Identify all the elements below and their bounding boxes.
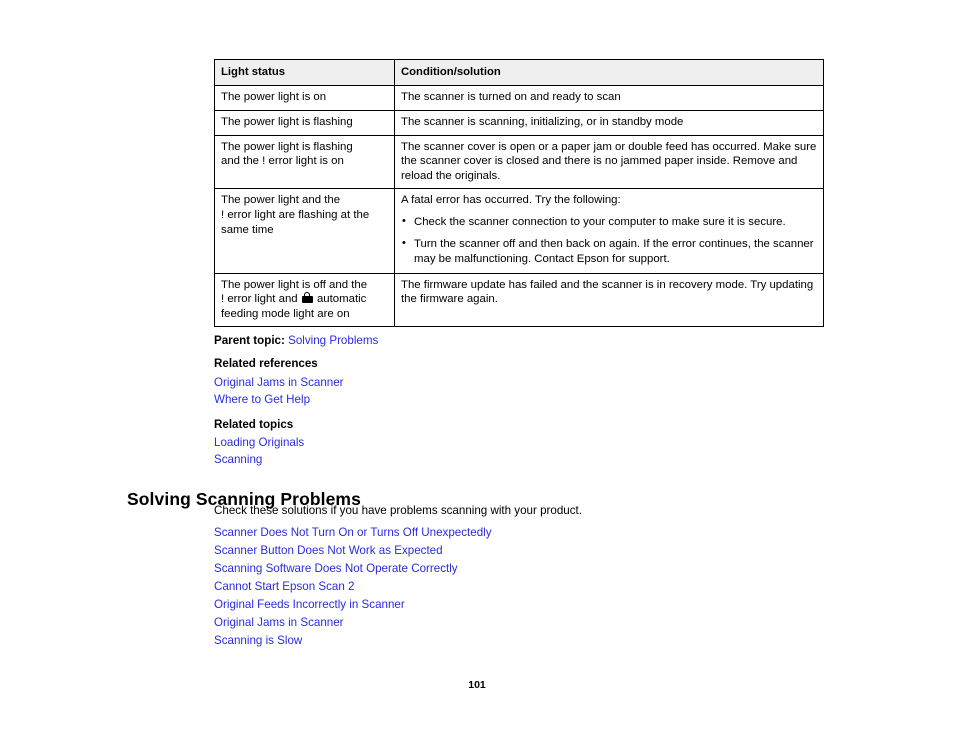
cell-condition-solution: A fatal error has occurred. Try the foll… (394, 188, 824, 274)
condition-text: The scanner cover is open or a paper jam… (401, 140, 817, 182)
light-status-line: same time (221, 223, 274, 236)
related-references-group: Related references Original Jams in Scan… (214, 356, 854, 408)
cell-light-status: The power light is off and the ! error l… (214, 272, 395, 328)
cell-condition-solution: The scanner is scanning, initializing, o… (394, 110, 824, 136)
bullet-item: Check the scanner connection to your com… (401, 214, 817, 230)
light-status-line: The power light is flashing (221, 116, 353, 129)
related-topics-heading: Related topics (214, 417, 294, 431)
light-status-text-after-icon: automatic (313, 293, 367, 306)
table-row: The power light is flashing The scanner … (214, 110, 824, 136)
document-page: Light status Condition/solution The powe… (0, 0, 954, 738)
status-light-table-container: Light status Condition/solution The powe… (214, 58, 824, 328)
light-status-line: ! error light are flashing at the (221, 209, 370, 222)
light-status-line: ! error light and automatic (221, 292, 388, 307)
condition-text: The scanner is turned on and ready to sc… (401, 91, 621, 104)
column-header-light-status: Light status (214, 58, 395, 87)
status-light-table: Light status Condition/solution The powe… (214, 58, 824, 328)
section-intro-text: Check these solutions if you have proble… (214, 504, 582, 517)
light-status-text-before-icon: ! error light and (221, 293, 301, 306)
section-link[interactable]: Scanning Software Does Not Operate Corre… (214, 560, 854, 578)
parent-topic-link[interactable]: Solving Problems (288, 334, 378, 347)
page-number: 101 (468, 679, 486, 691)
condition-text: The firmware update has failed and the s… (401, 278, 814, 306)
section-link[interactable]: Scanner Button Does Not Work as Expected (214, 542, 854, 560)
automatic-feeding-mode-icon (301, 292, 313, 304)
bullet-item: Turn the scanner off and then back on ag… (401, 236, 817, 267)
parent-topic-label: Parent topic: (214, 334, 285, 347)
topic-links-block: Parent topic: Solving Problems Related r… (214, 334, 854, 469)
section-link[interactable]: Cannot Start Epson Scan 2 (214, 578, 854, 596)
related-topics-group: Related topics Loading Originals Scannin… (214, 417, 854, 469)
cell-condition-solution: The scanner is turned on and ready to sc… (394, 85, 824, 112)
table-row: The power light and the ! error light ar… (214, 188, 824, 274)
light-status-line: The power light is flashing (221, 140, 353, 153)
related-topic-link[interactable]: Loading Originals (214, 434, 854, 452)
cell-condition-solution: The scanner cover is open or a paper jam… (394, 134, 824, 190)
section-link[interactable]: Original Jams in Scanner (214, 614, 854, 632)
section-link[interactable]: Scanner Does Not Turn On or Turns Off Un… (214, 524, 854, 542)
parent-topic: Parent topic: Solving Problems (214, 334, 854, 348)
column-header-condition-solution: Condition/solution (394, 58, 824, 87)
condition-text: The scanner is scanning, initializing, o… (401, 116, 684, 129)
section-link[interactable]: Original Feeds Incorrectly in Scanner (214, 596, 854, 614)
light-status-line: The power light is off and the (221, 278, 368, 291)
section-link[interactable]: Scanning is Slow (214, 632, 854, 650)
cell-light-status: The power light is on (214, 85, 395, 112)
table-row: The power light is on The scanner is tur… (214, 85, 824, 112)
cell-light-status: The power light is flashing and the ! er… (214, 134, 395, 190)
table-row: The power light is off and the ! error l… (214, 272, 824, 328)
section-link-list: Scanner Does Not Turn On or Turns Off Un… (214, 524, 854, 650)
table-header-row: Light status Condition/solution (214, 58, 824, 87)
light-status-line: and the ! error light is on (221, 155, 344, 168)
cell-light-status: The power light is flashing (214, 110, 395, 136)
condition-text: A fatal error has occurred. Try the foll… (401, 194, 621, 207)
related-topic-link[interactable]: Scanning (214, 451, 854, 469)
related-reference-link[interactable]: Original Jams in Scanner (214, 374, 854, 392)
light-status-line: The power light is on (221, 91, 327, 104)
light-status-line: The power light and the (221, 194, 341, 207)
condition-bullet-list: Check the scanner connection to your com… (401, 214, 817, 267)
related-reference-link[interactable]: Where to Get Help (214, 391, 854, 409)
light-status-line: feeding mode light are on (221, 307, 350, 320)
table-row: The power light is flashing and the ! er… (214, 134, 824, 190)
related-references-heading: Related references (214, 357, 318, 371)
cell-condition-solution: The firmware update has failed and the s… (394, 272, 824, 328)
cell-light-status: The power light and the ! error light ar… (214, 188, 395, 274)
